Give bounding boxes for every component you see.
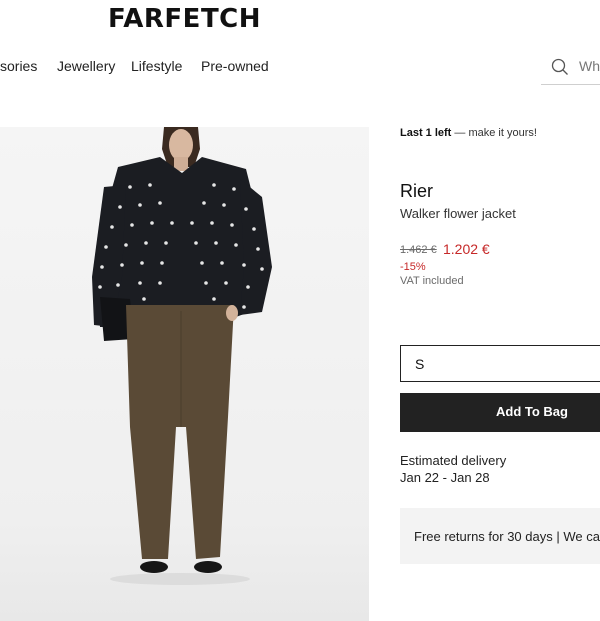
nav-item-jewellery[interactable]: Jewellery: [57, 58, 115, 74]
product-name: Walker flower jacket: [400, 206, 516, 221]
add-to-bag-label: Add To Bag: [496, 404, 568, 419]
original-price: 1.462 €: [400, 244, 437, 256]
farfetch-logo[interactable]: FARFETCH: [108, 4, 261, 34]
add-to-bag-button[interactable]: Add To Bag: [400, 393, 600, 432]
nav-item-accessories[interactable]: sories: [0, 58, 37, 74]
brand-name[interactable]: Rier: [400, 181, 433, 202]
vat-note: VAT included: [400, 275, 464, 287]
model-photo: [92, 127, 272, 585]
stock-count: Last 1 left: [400, 127, 452, 139]
search-bar[interactable]: [541, 48, 600, 85]
nav-item-lifestyle[interactable]: Lifestyle: [131, 58, 182, 74]
stock-message: — make it yours!: [451, 127, 537, 139]
search-input[interactable]: [577, 57, 600, 75]
sale-price: 1.202 €: [443, 241, 490, 257]
product-image[interactable]: [0, 127, 369, 621]
discount-badge: -15%: [400, 261, 426, 273]
returns-banner[interactable]: Free returns for 30 days | We ca: [400, 508, 600, 564]
returns-text: Free returns for 30 days | We ca: [414, 529, 600, 544]
size-select[interactable]: S: [400, 345, 600, 382]
stock-notice: Last 1 left — make it yours!: [400, 127, 537, 139]
delivery-dates: Jan 22 - Jan 28: [400, 470, 490, 485]
search-icon: [551, 58, 568, 75]
nav-item-pre-owned[interactable]: Pre-owned: [201, 58, 269, 74]
size-value: S: [415, 356, 425, 372]
delivery-label: Estimated delivery: [400, 453, 507, 468]
